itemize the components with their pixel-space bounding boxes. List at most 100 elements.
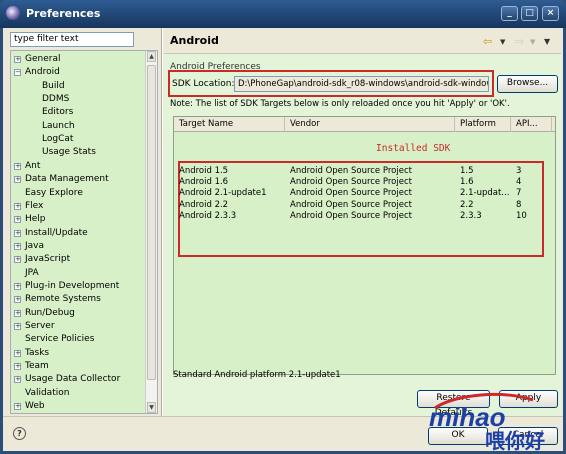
- expand-icon[interactable]: +: [14, 202, 21, 210]
- tree-item-label: Launch: [42, 120, 75, 131]
- table-row[interactable]: Android 1.6 Android Open Source Project 1.…: [174, 177, 555, 188]
- table-cell: Android 1.6: [179, 177, 229, 188]
- tree-item[interactable]: + Server: [14, 320, 55, 333]
- tree-item[interactable]: DDMS: [42, 93, 69, 106]
- scroll-up-icon[interactable]: ▲: [147, 51, 156, 62]
- tree-item[interactable]: Validation: [25, 387, 69, 400]
- expand-icon[interactable]: +: [14, 162, 21, 170]
- table-row[interactable]: Android 2.3.3 Android Open Source Project…: [174, 210, 555, 222]
- table-cell: Android Open Source Project: [290, 166, 412, 176]
- tree-item[interactable]: JPA: [25, 267, 39, 280]
- browse-button[interactable]: Browse...: [497, 75, 558, 93]
- expand-icon[interactable]: +: [14, 349, 21, 357]
- tree-item-label: Usage Data Collector: [25, 374, 121, 385]
- tree-item[interactable]: + Plug-in Development: [14, 280, 119, 293]
- tree-item[interactable]: + Flex: [14, 200, 43, 213]
- table-cell: Android Open Source Project: [290, 210, 412, 221]
- tree-item[interactable]: Service Policies: [25, 333, 94, 346]
- column-header[interactable]: Vendor: [285, 117, 455, 132]
- table-row[interactable]: Android 2.1-update1 Android Open Source P…: [174, 188, 555, 199]
- preferences-dialog: type filter text ▲ ▼ + General − Android Bui…: [3, 28, 563, 451]
- back-arrow-icon[interactable]: ⇦: [483, 35, 492, 48]
- expand-icon[interactable]: +: [14, 363, 21, 371]
- tree-item[interactable]: Launch: [42, 120, 75, 133]
- expand-icon[interactable]: +: [14, 282, 21, 290]
- ok-button[interactable]: OK: [428, 427, 488, 445]
- tree-item[interactable]: + Web: [14, 400, 45, 413]
- tree-item-label: Tasks: [25, 347, 50, 358]
- tree-item[interactable]: + Java: [14, 240, 44, 253]
- collapse-icon[interactable]: −: [14, 69, 21, 77]
- tree-scrollbar[interactable]: ▲ ▼: [145, 51, 157, 413]
- tree-item[interactable]: Usage Stats: [42, 146, 96, 159]
- expand-icon[interactable]: +: [14, 376, 21, 384]
- table-cell: 7: [516, 188, 522, 199]
- column-header[interactable]: API...: [511, 117, 552, 132]
- tree-item[interactable]: + Help: [14, 213, 46, 226]
- restore-defaults-button[interactable]: Restore Defaults: [417, 390, 490, 418]
- scroll-down-icon[interactable]: ▼: [147, 402, 156, 413]
- close-button[interactable]: ×: [542, 6, 559, 21]
- tree-item[interactable]: + Team: [14, 360, 49, 373]
- table-cell: Android 2.1-update1: [179, 188, 267, 199]
- tree-item-label: Server: [25, 321, 55, 331]
- expand-icon[interactable]: +: [14, 56, 21, 63]
- tree-item[interactable]: + General: [14, 53, 61, 66]
- tree-item[interactable]: Build: [42, 80, 65, 93]
- forward-arrow-icon[interactable]: ⇨: [515, 35, 524, 48]
- tree-item[interactable]: − Android: [14, 66, 60, 79]
- tree-item[interactable]: Easy Explore: [25, 187, 83, 200]
- tree-item[interactable]: + Usage Data Collector: [14, 373, 121, 386]
- tree-item[interactable]: + Run/Debug: [14, 307, 75, 320]
- tree-item[interactable]: + Ant: [14, 160, 41, 173]
- forward-dropdown-icon[interactable]: ▼: [530, 38, 535, 46]
- expand-icon[interactable]: +: [14, 176, 21, 184]
- expand-icon[interactable]: +: [14, 309, 21, 317]
- view-menu-icon[interactable]: ▼: [544, 37, 550, 46]
- expand-icon[interactable]: +: [14, 323, 21, 330]
- table-cell: 2.3.3: [460, 210, 482, 221]
- tree-item-label: Remote Systems: [25, 294, 101, 305]
- expand-icon[interactable]: +: [14, 256, 21, 264]
- scroll-thumb[interactable]: [147, 65, 156, 380]
- filter-input[interactable]: type filter text: [10, 32, 134, 47]
- column-header[interactable]: Platform: [455, 117, 511, 132]
- table-cell: 1.5: [460, 166, 474, 176]
- maximize-button[interactable]: □: [521, 6, 538, 21]
- back-dropdown-icon[interactable]: ▼: [500, 38, 505, 46]
- preference-tree: ▲ ▼ + General − Android Build DDMS Editors Laun…: [10, 50, 158, 414]
- minimize-button[interactable]: _: [501, 6, 518, 21]
- tree-item-label: Usage Stats: [42, 147, 96, 158]
- tree-item[interactable]: + Remote Systems: [14, 293, 101, 306]
- expand-icon[interactable]: +: [14, 296, 21, 304]
- tree-item-label: LogCat: [42, 134, 74, 145]
- expand-icon[interactable]: +: [14, 403, 21, 411]
- table-row[interactable]: Android 2.2 Android Open Source Project 2.…: [174, 199, 555, 211]
- help-icon[interactable]: ?: [13, 427, 26, 440]
- tree-item[interactable]: + Install/Update: [14, 227, 88, 240]
- sdk-location-label: SDK Location:: [172, 79, 235, 89]
- title-bar[interactable]: Preferences _ □ ×: [0, 0, 566, 28]
- table-cell: 8: [516, 199, 522, 210]
- tree-item-label: General: [25, 54, 61, 64]
- apply-button[interactable]: Apply: [499, 390, 558, 408]
- table-cell: Android Open Source Project: [290, 177, 412, 188]
- column-header[interactable]: Target Name: [174, 117, 285, 132]
- tree-item-label: Ant: [25, 160, 41, 171]
- tree-item[interactable]: Editors: [42, 106, 73, 119]
- pane-divider[interactable]: [161, 28, 163, 416]
- sdk-location-field[interactable]: D:\PhoneGap\android-sdk_r08-windows\andr…: [234, 76, 489, 92]
- tree-item[interactable]: + Tasks: [14, 347, 50, 360]
- tree-item[interactable]: + Data Management: [14, 173, 109, 186]
- tree-item[interactable]: LogCat: [42, 133, 73, 146]
- table-cell: Android Open Source Project: [290, 188, 412, 199]
- cancel-button[interactable]: Cancel: [498, 427, 558, 445]
- sdk-targets-table[interactable]: Target Name Vendor Platform API... Android …: [173, 116, 556, 375]
- tree-item[interactable]: + JavaScript: [14, 253, 71, 266]
- expand-icon[interactable]: +: [14, 229, 21, 237]
- table-cell: Android 1.5: [179, 166, 229, 176]
- tree-item-label: JavaScript: [25, 254, 71, 265]
- expand-icon[interactable]: +: [14, 242, 21, 250]
- table-row[interactable]: Android 1.5 Android Open Source Project 1.…: [174, 166, 555, 177]
- expand-icon[interactable]: +: [14, 216, 21, 224]
